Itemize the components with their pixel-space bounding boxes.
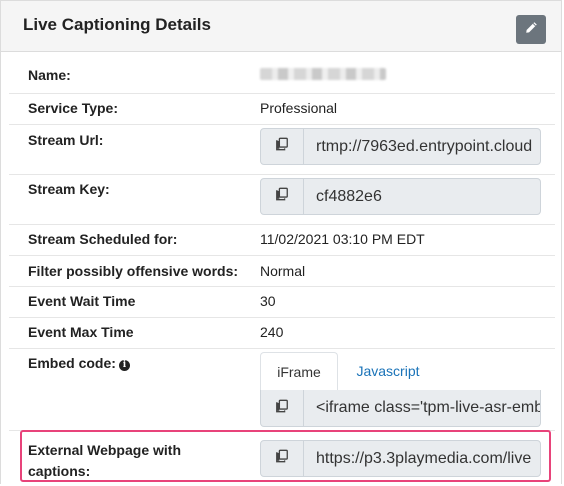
embed-code-label-text: Embed code: [28, 355, 116, 371]
copy-stream-url-button[interactable] [261, 129, 304, 164]
max-time-value: 240 [260, 324, 284, 340]
stream-key-field[interactable]: cf4882e6 [260, 178, 541, 215]
row-max-time: Event Max Time 240 [9, 317, 555, 349]
row-name: Name: [9, 61, 555, 93]
panel-header: Live Captioning Details [1, 1, 561, 52]
embed-code-label: Embed code: i [28, 354, 130, 372]
embed-code-field[interactable]: <iframe class='tpm-live-asr-embed' [260, 390, 541, 427]
stream-key-value: cf4882e6 [316, 188, 382, 205]
edit-button[interactable] [516, 15, 546, 44]
panel-title: Live Captioning Details [23, 15, 211, 34]
row-wait-time: Event Wait Time 30 [9, 286, 555, 318]
live-captioning-panel: Live Captioning Details Name: Service Ty… [0, 0, 562, 484]
wait-time-label: Event Wait Time [28, 293, 136, 309]
filter-label: Filter possibly offensive words: [28, 263, 239, 279]
max-time-label: Event Max Time [28, 324, 134, 340]
info-icon[interactable]: i [118, 360, 130, 371]
name-label: Name: [28, 67, 71, 83]
copy-embed-code-button[interactable] [261, 390, 304, 426]
scheduled-label: Stream Scheduled for: [28, 231, 178, 247]
service-type-label: Service Type: [28, 100, 119, 116]
pencil-icon [525, 21, 538, 39]
scheduled-value: 11/02/2021 03:10 PM EDT [260, 231, 425, 247]
tab-javascript[interactable]: Javascript [342, 352, 434, 390]
copy-icon [275, 399, 289, 418]
wait-time-value: 30 [260, 293, 276, 309]
tab-iframe[interactable]: iFrame [260, 352, 338, 391]
row-stream-key: Stream Key: cf4882e6 [9, 174, 555, 225]
stream-key-label: Stream Key: [28, 181, 110, 197]
embed-code-value: <iframe class='tpm-live-asr-embed' [316, 399, 540, 416]
row-service-type: Service Type: Professional [9, 93, 555, 125]
external-webpage-highlight [20, 430, 551, 482]
stream-url-value: rtmp://7963ed.entrypoint.cloud [316, 138, 533, 155]
copy-icon [275, 137, 289, 156]
service-type-value: Professional [260, 100, 338, 116]
embed-tabs: iFrame Javascript [260, 352, 541, 391]
filter-value: Normal [260, 263, 306, 279]
stream-url-label: Stream Url: [28, 132, 104, 148]
name-value-redacted [260, 68, 386, 80]
row-embed-code: Embed code: i iFrame Javascript <iframe c… [9, 348, 555, 431]
row-filter: Filter possibly offensive words: Normal [9, 255, 555, 287]
stream-url-field[interactable]: rtmp://7963ed.entrypoint.cloud [260, 128, 541, 165]
row-stream-url: Stream Url: rtmp://7963ed.entrypoint.clo… [9, 124, 555, 175]
row-scheduled: Stream Scheduled for: 11/02/2021 03:10 P… [9, 224, 555, 256]
copy-icon [275, 187, 289, 206]
copy-stream-key-button[interactable] [261, 179, 304, 214]
